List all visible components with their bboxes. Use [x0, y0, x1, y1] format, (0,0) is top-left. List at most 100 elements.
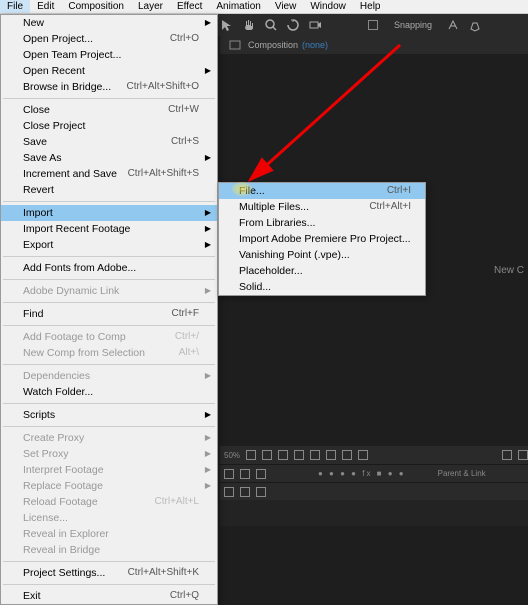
- mask-tool-icon[interactable]: [446, 18, 460, 32]
- viewer-option-icon[interactable]: [278, 450, 288, 460]
- menubar-file[interactable]: File: [0, 0, 30, 13]
- menu-set-proxy: Set Proxy▶: [1, 446, 217, 462]
- zoom-level[interactable]: 50%: [224, 451, 240, 460]
- menu-reload-footage: Reload FootageCtrl+Alt+L: [1, 494, 217, 510]
- menu-export[interactable]: Export▶: [1, 237, 217, 253]
- menu-separator: [3, 561, 215, 562]
- timeline-icon[interactable]: [256, 469, 266, 479]
- chevron-right-icon: ▶: [205, 221, 211, 237]
- menu-license: License...: [1, 510, 217, 526]
- menu-open-team-project[interactable]: Open Team Project...: [1, 47, 217, 63]
- menubar-view[interactable]: View: [268, 0, 304, 13]
- chevron-right-icon: ▶: [205, 478, 211, 494]
- menu-open-project[interactable]: Open Project...Ctrl+O: [1, 31, 217, 47]
- submenu-vanishing-point[interactable]: Vanishing Point (.vpe)...: [219, 247, 425, 263]
- submenu-placeholder[interactable]: Placeholder...: [219, 263, 425, 279]
- menu-separator: [3, 364, 215, 365]
- layer-switches: ● ● ● ● fx ■ ● ●: [318, 469, 406, 478]
- menu-separator: [3, 256, 215, 257]
- menu-create-proxy: Create Proxy▶: [1, 430, 217, 446]
- parent-link-label: Parent & Link: [438, 469, 486, 478]
- timeline-icon[interactable]: [224, 469, 234, 479]
- viewer-option-icon[interactable]: [518, 450, 528, 460]
- menu-separator: [3, 403, 215, 404]
- menu-save[interactable]: SaveCtrl+S: [1, 134, 217, 150]
- menu-find[interactable]: FindCtrl+F: [1, 306, 217, 322]
- viewer-option-icon[interactable]: [246, 450, 256, 460]
- menu-dependencies: Dependencies▶: [1, 368, 217, 384]
- menu-exit[interactable]: ExitCtrl+Q: [1, 588, 217, 604]
- viewer-option-icon[interactable]: [358, 450, 368, 460]
- menubar-composition[interactable]: Composition: [61, 0, 131, 13]
- new-composition-hint[interactable]: New C: [494, 265, 524, 276]
- menubar-layer[interactable]: Layer: [131, 0, 170, 13]
- menu-add-footage: Add Footage to CompCtrl+/: [1, 329, 217, 345]
- chevron-right-icon: ▶: [205, 63, 211, 79]
- file-menu: New▶ Open Project...Ctrl+O Open Team Pro…: [0, 14, 218, 605]
- menu-save-as[interactable]: Save As▶: [1, 150, 217, 166]
- snapping-label: Snapping: [394, 20, 432, 30]
- menubar-help[interactable]: Help: [353, 0, 388, 13]
- menu-import[interactable]: Import▶: [1, 205, 217, 221]
- menubar-window[interactable]: Window: [303, 0, 353, 13]
- viewer-option-icon[interactable]: [294, 450, 304, 460]
- pen-tool-icon[interactable]: [468, 18, 482, 32]
- menu-new[interactable]: New▶: [1, 15, 217, 31]
- menu-open-recent[interactable]: Open Recent▶: [1, 63, 217, 79]
- submenu-multiple-files[interactable]: Multiple Files...Ctrl+Alt+I: [219, 199, 425, 215]
- rotation-tool-icon[interactable]: [286, 18, 300, 32]
- menu-separator: [3, 325, 215, 326]
- chevron-right-icon: ▶: [205, 205, 211, 221]
- menu-watch-folder[interactable]: Watch Folder...: [1, 384, 217, 400]
- menu-new-comp-selection: New Comp from SelectionAlt+\: [1, 345, 217, 361]
- menu-scripts[interactable]: Scripts▶: [1, 407, 217, 423]
- timeline-icon[interactable]: [240, 469, 250, 479]
- menu-increment-save[interactable]: Increment and SaveCtrl+Alt+Shift+S: [1, 166, 217, 182]
- menu-separator: [3, 98, 215, 99]
- menu-reveal-explorer: Reveal in Explorer: [1, 526, 217, 542]
- camera-tool-icon[interactable]: [308, 18, 322, 32]
- timeline-footer: [220, 482, 528, 500]
- timeline-toggle-icon[interactable]: [240, 487, 250, 497]
- menubar-effect[interactable]: Effect: [170, 0, 209, 13]
- viewer-option-icon[interactable]: [262, 450, 272, 460]
- viewer-option-icon[interactable]: [342, 450, 352, 460]
- menubar-animation[interactable]: Animation: [209, 0, 267, 13]
- submenu-solid[interactable]: Solid...: [219, 279, 425, 295]
- menu-dynamic-link: Adobe Dynamic Link▶: [1, 283, 217, 299]
- menu-import-recent[interactable]: Import Recent Footage▶: [1, 221, 217, 237]
- zoom-tool-icon[interactable]: [264, 18, 278, 32]
- menu-browse-bridge[interactable]: Browse in Bridge...Ctrl+Alt+Shift+O: [1, 79, 217, 95]
- submenu-from-libraries[interactable]: From Libraries...: [219, 215, 425, 231]
- menubar: File Edit Composition Layer Effect Anima…: [0, 0, 528, 14]
- menu-close[interactable]: CloseCtrl+W: [1, 102, 217, 118]
- import-submenu: File...Ctrl+I Multiple Files...Ctrl+Alt+…: [218, 182, 426, 296]
- chevron-right-icon: ▶: [205, 368, 211, 384]
- menu-close-project[interactable]: Close Project: [1, 118, 217, 134]
- menu-revert[interactable]: Revert: [1, 182, 217, 198]
- chevron-right-icon: ▶: [205, 150, 211, 166]
- snapping-checkbox[interactable]: [368, 20, 378, 30]
- chevron-right-icon: ▶: [205, 283, 211, 299]
- timeline-panel: 50% ● ● ● ● fx ■ ● ● Parent & Link: [220, 446, 528, 526]
- selection-tool-icon[interactable]: [220, 18, 234, 32]
- viewer-option-icon[interactable]: [310, 450, 320, 460]
- timeline-header: ● ● ● ● fx ■ ● ● Parent & Link: [220, 464, 528, 482]
- menu-separator: [3, 302, 215, 303]
- menu-add-fonts[interactable]: Add Fonts from Adobe...: [1, 260, 217, 276]
- chevron-right-icon: ▶: [205, 237, 211, 253]
- composition-icon: [228, 38, 242, 52]
- menubar-edit[interactable]: Edit: [30, 0, 61, 13]
- chevron-right-icon: ▶: [205, 430, 211, 446]
- viewer-option-icon[interactable]: [502, 450, 512, 460]
- viewer-option-icon[interactable]: [326, 450, 336, 460]
- composition-none: (none): [302, 40, 328, 50]
- menu-reveal-bridge: Reveal in Bridge: [1, 542, 217, 558]
- submenu-premiere-project[interactable]: Import Adobe Premiere Pro Project...: [219, 231, 425, 247]
- menu-project-settings[interactable]: Project Settings...Ctrl+Alt+Shift+K: [1, 565, 217, 581]
- submenu-file[interactable]: File...Ctrl+I: [219, 183, 425, 199]
- timeline-toggle-icon[interactable]: [224, 487, 234, 497]
- hand-tool-icon[interactable]: [242, 18, 256, 32]
- chevron-right-icon: ▶: [205, 407, 211, 423]
- timeline-toggle-icon[interactable]: [256, 487, 266, 497]
